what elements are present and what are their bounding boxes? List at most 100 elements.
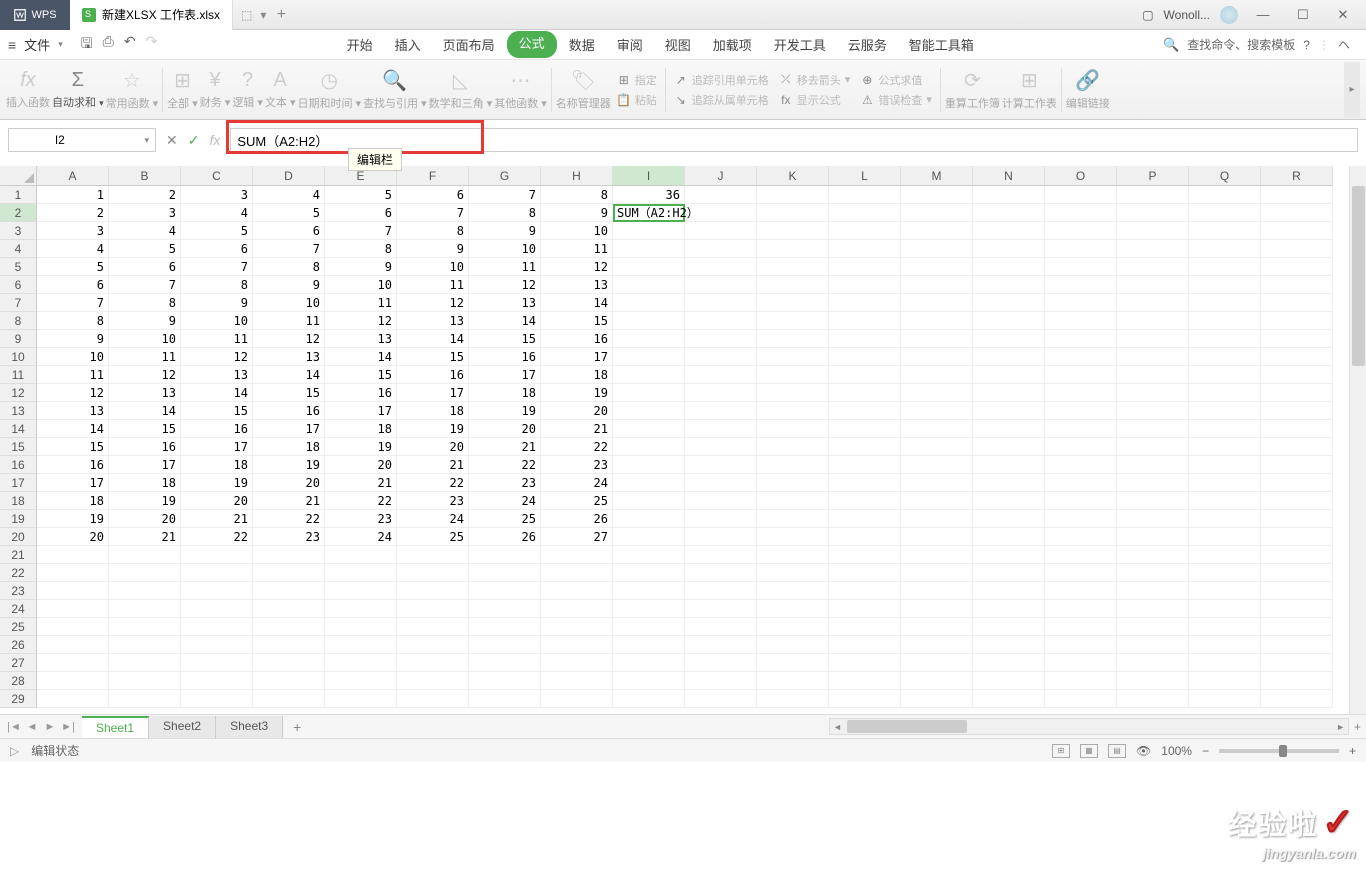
cell-A28[interactable]: [37, 672, 109, 690]
cell-N7[interactable]: [973, 294, 1045, 312]
cell-K20[interactable]: [757, 528, 829, 546]
trace-precedents-button[interactable]: ↗追踪引用单元格: [670, 71, 773, 89]
cell-D15[interactable]: 18: [253, 438, 325, 456]
cell-E6[interactable]: 10: [325, 276, 397, 294]
cell-I24[interactable]: [613, 600, 685, 618]
cell-O3[interactable]: [1045, 222, 1117, 240]
cell-H7[interactable]: 14: [541, 294, 613, 312]
cell-D5[interactable]: 8: [253, 258, 325, 276]
cell-O28[interactable]: [1045, 672, 1117, 690]
row-header-7[interactable]: 7: [0, 294, 37, 312]
cell-P9[interactable]: [1117, 330, 1189, 348]
cell-P6[interactable]: [1117, 276, 1189, 294]
cell-Q28[interactable]: [1189, 672, 1261, 690]
cell-G18[interactable]: 24: [469, 492, 541, 510]
cell-G17[interactable]: 23: [469, 474, 541, 492]
cell-K6[interactable]: [757, 276, 829, 294]
cell-M16[interactable]: [901, 456, 973, 474]
cell-A27[interactable]: [37, 654, 109, 672]
cell-C13[interactable]: 15: [181, 402, 253, 420]
cell-L19[interactable]: [829, 510, 901, 528]
cell-R9[interactable]: [1261, 330, 1333, 348]
cell-G2[interactable]: 8: [469, 204, 541, 222]
cell-E25[interactable]: [325, 618, 397, 636]
all-functions-button[interactable]: ⊞ 全部 ▾: [167, 68, 198, 111]
undo-icon[interactable]: ↶: [124, 33, 136, 57]
row-header-5[interactable]: 5: [0, 258, 37, 276]
cell-R19[interactable]: [1261, 510, 1333, 528]
cell-I12[interactable]: [613, 384, 685, 402]
row-header-26[interactable]: 26: [0, 636, 37, 654]
cell-C26[interactable]: [181, 636, 253, 654]
row-header-6[interactable]: 6: [0, 276, 37, 294]
cell-D21[interactable]: [253, 546, 325, 564]
cell-F16[interactable]: 21: [397, 456, 469, 474]
cell-G13[interactable]: 19: [469, 402, 541, 420]
cell-I21[interactable]: [613, 546, 685, 564]
cell-F1[interactable]: 6: [397, 186, 469, 204]
name-manager-button[interactable]: 🏷 名称管理器: [556, 68, 611, 111]
cell-P16[interactable]: [1117, 456, 1189, 474]
cell-N26[interactable]: [973, 636, 1045, 654]
row-header-20[interactable]: 20: [0, 528, 37, 546]
cell-N9[interactable]: [973, 330, 1045, 348]
cell-F15[interactable]: 20: [397, 438, 469, 456]
cell-H27[interactable]: [541, 654, 613, 672]
cell-M15[interactable]: [901, 438, 973, 456]
cell-F2[interactable]: 7: [397, 204, 469, 222]
cell-M9[interactable]: [901, 330, 973, 348]
cell-A20[interactable]: 20: [37, 528, 109, 546]
cell-L20[interactable]: [829, 528, 901, 546]
cell-F20[interactable]: 25: [397, 528, 469, 546]
row-header-3[interactable]: 3: [0, 222, 37, 240]
cell-B15[interactable]: 16: [109, 438, 181, 456]
col-header-N[interactable]: N: [973, 166, 1045, 186]
cell-O9[interactable]: [1045, 330, 1117, 348]
cell-J3[interactable]: [685, 222, 757, 240]
cell-Q26[interactable]: [1189, 636, 1261, 654]
cell-C1[interactable]: 3: [181, 186, 253, 204]
cell-O22[interactable]: [1045, 564, 1117, 582]
cell-G3[interactable]: 9: [469, 222, 541, 240]
cell-J7[interactable]: [685, 294, 757, 312]
cell-O15[interactable]: [1045, 438, 1117, 456]
cell-I13[interactable]: [613, 402, 685, 420]
cell-K17[interactable]: [757, 474, 829, 492]
cell-L6[interactable]: [829, 276, 901, 294]
zoom-level[interactable]: 100%: [1161, 744, 1192, 758]
cell-H16[interactable]: 23: [541, 456, 613, 474]
cell-Q9[interactable]: [1189, 330, 1261, 348]
cell-D4[interactable]: 7: [253, 240, 325, 258]
cell-P29[interactable]: [1117, 690, 1189, 708]
cell-M28[interactable]: [901, 672, 973, 690]
cell-I7[interactable]: [613, 294, 685, 312]
menu-tab-5[interactable]: 审阅: [607, 31, 653, 58]
cell-P17[interactable]: [1117, 474, 1189, 492]
cell-I20[interactable]: [613, 528, 685, 546]
cell-P21[interactable]: [1117, 546, 1189, 564]
cell-N21[interactable]: [973, 546, 1045, 564]
show-formula-button[interactable]: fx显示公式: [775, 91, 855, 109]
cell-R11[interactable]: [1261, 366, 1333, 384]
cell-M4[interactable]: [901, 240, 973, 258]
cell-P7[interactable]: [1117, 294, 1189, 312]
cell-E29[interactable]: [325, 690, 397, 708]
cell-L5[interactable]: [829, 258, 901, 276]
cell-A23[interactable]: [37, 582, 109, 600]
cell-D17[interactable]: 20: [253, 474, 325, 492]
cell-B5[interactable]: 6: [109, 258, 181, 276]
row-header-17[interactable]: 17: [0, 474, 37, 492]
cell-F21[interactable]: [397, 546, 469, 564]
cell-L22[interactable]: [829, 564, 901, 582]
cell-G10[interactable]: 16: [469, 348, 541, 366]
cell-G20[interactable]: 26: [469, 528, 541, 546]
cell-R14[interactable]: [1261, 420, 1333, 438]
cell-N16[interactable]: [973, 456, 1045, 474]
cell-K1[interactable]: [757, 186, 829, 204]
cell-G9[interactable]: 15: [469, 330, 541, 348]
cell-P23[interactable]: [1117, 582, 1189, 600]
row-header-28[interactable]: 28: [0, 672, 37, 690]
cell-A15[interactable]: 15: [37, 438, 109, 456]
cell-H4[interactable]: 11: [541, 240, 613, 258]
cell-Q18[interactable]: [1189, 492, 1261, 510]
